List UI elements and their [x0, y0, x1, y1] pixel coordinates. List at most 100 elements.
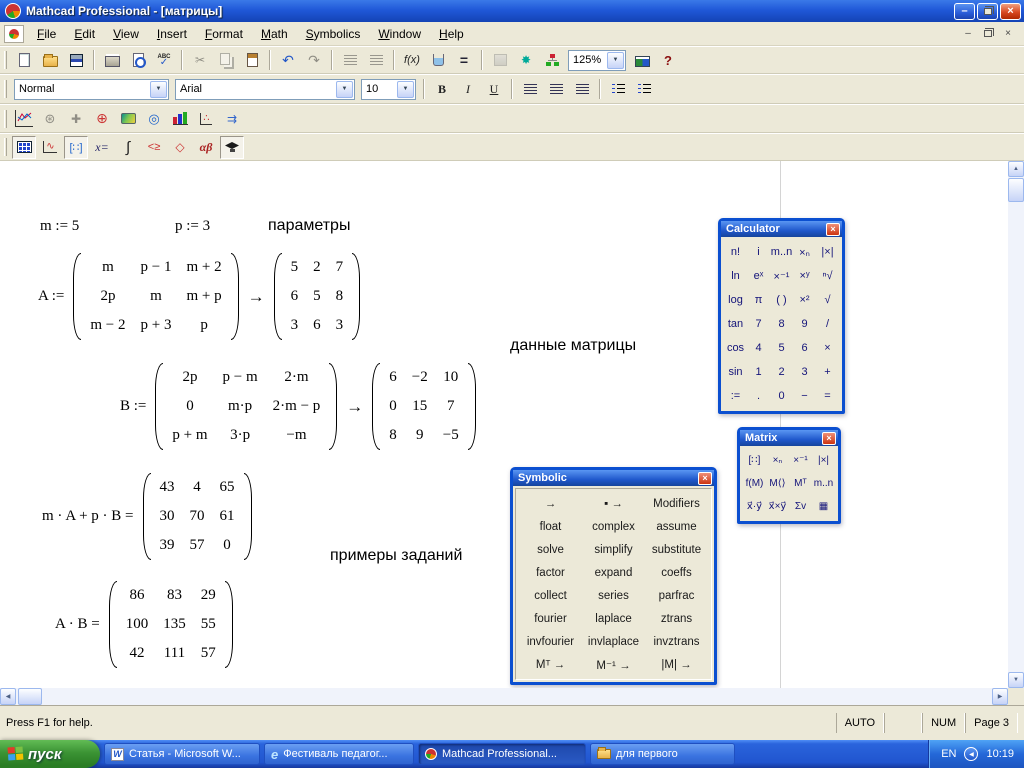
assume-button[interactable]: assume — [645, 515, 708, 538]
text-region-params[interactable]: параметры — [268, 217, 350, 235]
tan-button[interactable]: tan — [724, 312, 747, 336]
insert-component-button[interactable]: ✸ — [514, 49, 538, 72]
coeffs-button[interactable]: coeffs — [645, 561, 708, 584]
matrix-inverse-button[interactable]: ×⁻¹ — [789, 449, 812, 472]
evaluation-toolbar-button[interactable]: x= — [90, 136, 114, 159]
font-select[interactable]: Arial — [175, 79, 355, 100]
dot-product-button[interactable]: x⃗·y⃗ — [743, 495, 766, 518]
taskbar-task-mathcad[interactable]: Mathcad Professional... — [418, 743, 586, 765]
save-button[interactable] — [64, 49, 88, 72]
math-region-B[interactable]: B := 2pp − m2·m0m·p2·m − pp + m3·p−m → 6… — [120, 363, 476, 450]
numbered-list-button[interactable] — [632, 78, 656, 101]
scroll-down-button[interactable]: ▼ — [1008, 672, 1024, 688]
evaluate-button[interactable]: = — [816, 384, 839, 408]
underline-button[interactable]: U — [482, 78, 506, 101]
add-button[interactable]: + — [816, 360, 839, 384]
math-region-AB[interactable]: A · B = 868329100135554211157 — [55, 581, 233, 668]
font-size-select[interactable]: 10 — [361, 79, 416, 100]
vector-sum-button[interactable]: Σv — [789, 495, 812, 518]
menu-math[interactable]: Math — [252, 24, 297, 44]
digit-7-button[interactable]: 7 — [747, 312, 770, 336]
inverse-keyword-button[interactable]: M⁻¹ → — [582, 653, 645, 676]
zoom-select[interactable]: 125% — [568, 50, 626, 71]
menu-window[interactable]: Window — [369, 24, 430, 44]
invlaplace-button[interactable]: invlaplace — [582, 630, 645, 653]
text-region-data[interactable]: данные матрицы — [510, 337, 636, 355]
digit-8-button[interactable]: 8 — [770, 312, 793, 336]
menu-file[interactable]: File — [28, 24, 65, 44]
digit-5-button[interactable]: 5 — [770, 336, 793, 360]
trace-button[interactable]: ✚ — [64, 107, 88, 130]
language-indicator[interactable]: EN — [941, 748, 956, 760]
cross-product-button[interactable]: x⃗×y⃗ — [766, 495, 789, 518]
digit-0-button[interactable]: 0 — [770, 384, 793, 408]
calculus-toolbar-button[interactable]: ∫ — [116, 136, 140, 159]
digit-2-button[interactable]: 2 — [770, 360, 793, 384]
scroll-left-button[interactable]: ◀ — [0, 688, 16, 705]
multiply-button[interactable]: × — [816, 336, 839, 360]
calculate-button[interactable]: = — [452, 49, 476, 72]
align-regions-button[interactable] — [338, 49, 362, 72]
new-document-button[interactable] — [12, 49, 36, 72]
menu-format[interactable]: Format — [196, 24, 252, 44]
symbolic-evaluate-button[interactable]: → — [519, 492, 582, 515]
natural-log-button[interactable]: ln — [724, 264, 747, 288]
factor-button[interactable]: factor — [519, 561, 582, 584]
horizontal-scrollbar[interactable]: ◀ ▶ — [0, 688, 1008, 705]
taskbar-task-word[interactable]: W Статья - Microsoft W... — [104, 743, 260, 765]
nth-root-button[interactable]: ⁿ√ — [816, 264, 839, 288]
math-region-A[interactable]: A := mp − 1m + 22pmm + pm − 2p + 3p → 52… — [38, 253, 360, 340]
scatter-plot-button[interactable]: ∴ — [194, 107, 218, 130]
math-region-mApB[interactable]: m · A + p · B = 4346530706139570 — [42, 473, 252, 560]
insert-matrix-button[interactable]: [∷] — [743, 449, 766, 472]
undo-button[interactable]: ↶ — [276, 49, 300, 72]
menu-insert[interactable]: Insert — [148, 24, 196, 44]
taskbar-task-folder[interactable]: для первого — [590, 743, 735, 765]
paste-button[interactable] — [240, 49, 264, 72]
menu-help[interactable]: Help — [430, 24, 473, 44]
parentheses-button[interactable]: ( ) — [770, 288, 793, 312]
insert-function-button[interactable]: f(x) — [400, 49, 424, 72]
square-button[interactable]: ×² — [793, 288, 816, 312]
document-icon[interactable] — [4, 25, 24, 43]
boolean-toolbar-button[interactable]: <≥ — [142, 136, 166, 159]
absolute-value-button[interactable]: |×| — [816, 240, 839, 264]
calculator-palette-titlebar[interactable]: Calculator × — [721, 221, 842, 237]
graph-toolbar-button[interactable]: ∿ — [38, 136, 62, 159]
vector-field-button[interactable]: ⇉ — [220, 107, 244, 130]
digit-6-button[interactable]: 6 — [793, 336, 816, 360]
symbolic-palette[interactable]: Symbolic × →▪ →Modifiersfloatcomplexassu… — [510, 467, 717, 685]
toolbar-grip[interactable] — [4, 110, 7, 128]
open-button[interactable] — [38, 49, 62, 72]
style-select[interactable]: Normal — [14, 79, 169, 100]
redo-button[interactable]: ↷ — [302, 49, 326, 72]
align-left-button[interactable] — [518, 78, 542, 101]
solve-button[interactable]: solve — [519, 538, 582, 561]
subscript-button[interactable]: ×ₙ — [793, 240, 816, 264]
start-button[interactable]: пуск — [0, 740, 100, 768]
parfrac-button[interactable]: parfrac — [645, 584, 708, 607]
toolbar-grip[interactable] — [4, 51, 7, 69]
log-button[interactable]: log — [724, 288, 747, 312]
vectorize-button[interactable]: f(M) — [743, 472, 766, 495]
palette-close-button[interactable]: × — [826, 223, 840, 236]
transpose-button[interactable]: Mᵀ — [789, 472, 812, 495]
math-region-param-p[interactable]: p := 3 — [175, 218, 210, 235]
square-root-button[interactable]: √ — [816, 288, 839, 312]
matrix-palette-titlebar[interactable]: Matrix × — [740, 430, 838, 446]
modifiers-button[interactable]: Modifiers — [645, 492, 708, 515]
inverse-button[interactable]: ×⁻¹ — [770, 264, 793, 288]
vertical-scroll-thumb[interactable] — [1008, 178, 1024, 202]
resource-tree-button[interactable] — [540, 49, 564, 72]
simplify-button[interactable]: simplify — [582, 538, 645, 561]
taskbar-task-festival[interactable]: e Фестиваль педагог... — [264, 743, 414, 765]
xy-plot-button[interactable] — [12, 107, 36, 130]
pi-button[interactable]: π — [747, 288, 770, 312]
text-region-examples[interactable]: примеры заданий — [330, 547, 462, 565]
resource-center-button[interactable] — [630, 49, 654, 72]
align-center-button[interactable] — [544, 78, 568, 101]
collect-button[interactable]: collect — [519, 584, 582, 607]
range-variable-button[interactable]: m..n — [812, 472, 835, 495]
matrix-toolbar-button[interactable]: [∷] — [64, 136, 88, 159]
insert-hyperlink-button[interactable] — [488, 49, 512, 72]
